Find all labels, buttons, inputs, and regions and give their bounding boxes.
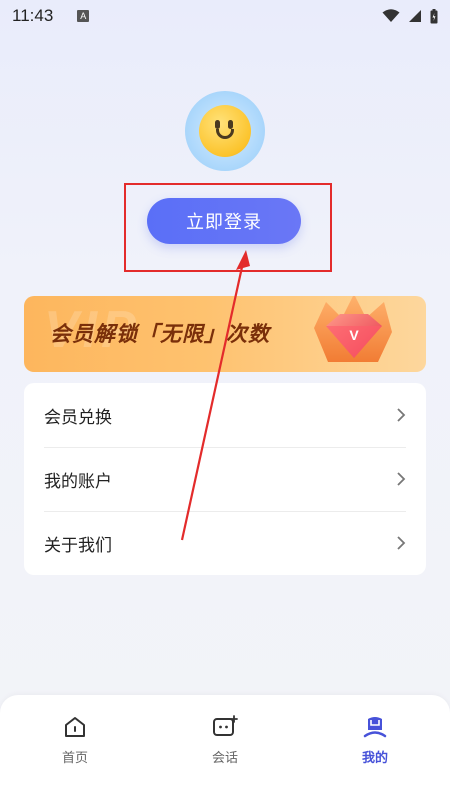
wifi-icon [382,9,400,22]
gem-letter: V [349,327,359,343]
menu-item-label: 关于我们 [44,535,112,556]
tab-home[interactable]: 首页 [25,715,125,800]
chevron-right-icon [397,472,406,486]
tab-label: 我的 [361,751,388,766]
bottom-tab-bar: 首页 会话 我的 [0,695,450,800]
menu-item-label: 会员兑换 [44,407,112,428]
chat-icon [213,715,238,736]
vip-banner-text: 会员解锁「无限」次数 [50,322,270,346]
tab-label: 首页 [61,751,88,766]
menu-item-label: 我的账户 [44,471,112,492]
home-icon [65,717,85,737]
menu-card: 会员兑换 我的账户 关于我们 [24,383,426,575]
menu-item-redeem[interactable]: 会员兑换 [24,383,426,447]
status-time: 11:43 [12,6,54,25]
battery-icon [430,8,438,23]
menu-item-account[interactable]: 我的账户 [24,447,426,511]
avatar[interactable] [185,91,265,171]
tab-chat[interactable]: 会话 [175,715,275,800]
chevron-right-icon [397,536,406,550]
user-icon [363,717,387,738]
login-button[interactable]: 立即登录 [147,198,301,244]
chevron-right-icon [397,408,406,422]
notification-a-icon: A [77,10,90,22]
smiley-face-icon [199,105,251,157]
diamond-crown-icon: V [314,296,392,362]
vip-banner[interactable]: VIP 会员解锁「无限」次数 V [24,296,426,372]
signal-icon [409,10,421,22]
tab-mine[interactable]: 我的 [325,715,425,800]
tab-label: 会话 [211,751,238,766]
status-icons [382,8,438,24]
status-bar: 11:43 A [0,0,450,32]
menu-item-about[interactable]: 关于我们 [24,511,426,575]
